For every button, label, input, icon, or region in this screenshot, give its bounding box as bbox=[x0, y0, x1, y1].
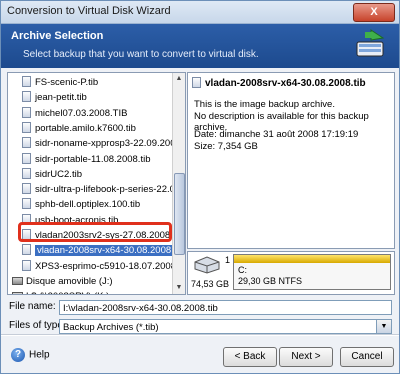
separator bbox=[1, 334, 399, 336]
tree-drive-item[interactable]: Disque amovible (J:) bbox=[12, 274, 113, 289]
archive-file-icon bbox=[22, 76, 31, 87]
info-filename-text: vladan-2008srv-x64-30.08.2008.tib bbox=[205, 78, 366, 89]
help-icon: ? bbox=[11, 348, 25, 362]
tree-item-label: L$ (\\2008SRV) (K:) bbox=[26, 291, 109, 294]
tree-file-item[interactable]: sidr-ultra-p-lifebook-p-series-22.09 bbox=[22, 182, 180, 197]
tree-item-label: sidr-noname-xpprosp3-22.09.2008.tib bbox=[35, 138, 186, 150]
file-name-input[interactable]: I:\vladan-2008srv-x64-30.08.2008.tib bbox=[59, 300, 392, 315]
archive-file-icon bbox=[22, 167, 31, 179]
page-subtitle: Select backup that you want to convert t… bbox=[23, 49, 259, 60]
archive-file-icon bbox=[22, 106, 31, 118]
info-date: Date: dimanche 31 août 2008 17:19:19 bbox=[194, 129, 359, 140]
archive-file-icon bbox=[22, 137, 31, 149]
scroll-thumb[interactable] bbox=[174, 173, 185, 255]
archive-tree[interactable]: USB DATA (L:)L$ (\\2008SRV) (K:)Disque a… bbox=[7, 72, 186, 295]
tree-file-item[interactable]: jean-petit.tib bbox=[22, 90, 87, 105]
back-button[interactable]: < Back bbox=[223, 347, 277, 367]
archive-file-icon bbox=[22, 121, 31, 133]
file-type-select[interactable]: Backup Archives (*.tib) ▼ bbox=[59, 319, 392, 334]
hard-disk-icon bbox=[194, 256, 220, 274]
file-name-label: File name: bbox=[9, 301, 56, 312]
info-filename: vladan-2008srv-x64-30.08.2008.tib bbox=[192, 77, 366, 89]
tree-scrollbar[interactable]: ▲ ▼ bbox=[172, 73, 185, 294]
disk-number: 1 bbox=[225, 255, 231, 265]
tree-item-label: vladan-2008srv-x64-30.08.2008.tib bbox=[35, 245, 185, 257]
tree-file-item[interactable]: michel07.03.2008.TIB bbox=[22, 106, 127, 121]
disk-size: 74,53 GB bbox=[191, 279, 230, 289]
archive-file-icon bbox=[22, 198, 31, 210]
wizard-content: USB DATA (L:)L$ (\\2008SRV) (K:)Disque a… bbox=[1, 68, 399, 373]
tree-item-label: sidr-ultra-p-lifebook-p-series-22.09 bbox=[35, 184, 181, 196]
scroll-down-arrow-icon[interactable]: ▼ bbox=[173, 282, 185, 294]
tree-item-label: FS-scenic-P.tib bbox=[35, 77, 99, 88]
tree-file-item[interactable]: sidr-portable-11.08.2008.tib bbox=[22, 152, 150, 167]
tree-file-item[interactable]: vladan-2008srv-x64-30.08.2008.tib bbox=[22, 243, 185, 258]
archive-file-icon bbox=[192, 77, 201, 88]
tree-file-item[interactable]: sphb-dell.optiplex.100.tib bbox=[22, 197, 140, 212]
partition-c[interactable]: C: 29,30 GB NTFS bbox=[233, 254, 391, 290]
partition-usage-bar bbox=[234, 255, 390, 263]
archive-file-icon bbox=[22, 152, 31, 164]
archive-file-icon bbox=[22, 91, 31, 103]
tree-item-label: jean-petit.tib bbox=[35, 92, 87, 104]
next-button[interactable]: Next > bbox=[279, 347, 333, 367]
cancel-button[interactable]: Cancel bbox=[340, 347, 394, 367]
tree-item-label: Disque amovible (J:) bbox=[26, 275, 113, 287]
tree-item-label: sphb-dell.optiplex.100.tib bbox=[35, 199, 141, 211]
title-bar: Conversion to Virtual Disk Wizard X bbox=[1, 1, 399, 24]
help-button[interactable]: ? Help bbox=[11, 348, 50, 362]
tree-item-label: XPS3-esprimo-c5910-18.07.2008.tib bbox=[35, 260, 186, 272]
drive-icon bbox=[12, 276, 23, 285]
chevron-down-icon[interactable]: ▼ bbox=[376, 320, 391, 333]
tree-drive-item[interactable]: L$ (\\2008SRV) (K:) bbox=[12, 289, 109, 294]
disk-layout: 74,53 GB 1 C: 29,30 GB NTFS bbox=[187, 251, 395, 295]
scroll-up-arrow-icon[interactable]: ▲ bbox=[173, 73, 185, 85]
archive-file-icon bbox=[22, 259, 31, 271]
archive-file-icon bbox=[22, 183, 31, 195]
selection-highlight-annotation bbox=[18, 222, 172, 242]
help-label: Help bbox=[29, 349, 50, 361]
tree-item-label: portable.amilo.k7600.tib bbox=[35, 122, 136, 134]
tree-file-item[interactable]: sidr-noname-xpprosp3-22.09.2008.tib bbox=[22, 136, 186, 151]
wizard-header: Archive Selection Select backup that you… bbox=[1, 24, 399, 68]
info-size: Size: 7,354 GB bbox=[194, 141, 258, 152]
tree-file-item[interactable]: XPS3-esprimo-c5910-18.07.2008.tib bbox=[22, 259, 186, 274]
tree-item-label: sidr-portable-11.08.2008.tib bbox=[35, 153, 151, 165]
window-title: Conversion to Virtual Disk Wizard bbox=[7, 5, 171, 17]
wizard-window: Conversion to Virtual Disk Wizard X Arch… bbox=[0, 0, 400, 374]
tree-file-item[interactable]: FS-scenic-P.tib bbox=[22, 75, 98, 90]
archive-file-icon bbox=[22, 244, 31, 256]
archive-info-panel: vladan-2008srv-x64-30.08.2008.tib This i… bbox=[187, 72, 395, 249]
wizard-disk-icon bbox=[356, 29, 385, 57]
close-button[interactable]: X bbox=[353, 3, 395, 22]
page-title: Archive Selection bbox=[11, 30, 104, 42]
tree-file-item[interactable]: sidrUC2.tib bbox=[22, 167, 82, 182]
partition-info: 29,30 GB NTFS bbox=[238, 276, 303, 286]
tree-item-label: michel07.03.2008.TIB bbox=[35, 107, 128, 119]
file-type-label: Files of type: bbox=[9, 320, 66, 331]
partition-letter: C: bbox=[238, 265, 247, 275]
tree-file-item[interactable]: portable.amilo.k7600.tib bbox=[22, 121, 136, 136]
info-line-1: This is the image backup archive. bbox=[194, 99, 335, 110]
tree-item-label: sidrUC2.tib bbox=[35, 168, 82, 180]
drive-icon bbox=[12, 292, 23, 294]
file-type-value: Backup Archives (*.tib) bbox=[63, 322, 159, 333]
